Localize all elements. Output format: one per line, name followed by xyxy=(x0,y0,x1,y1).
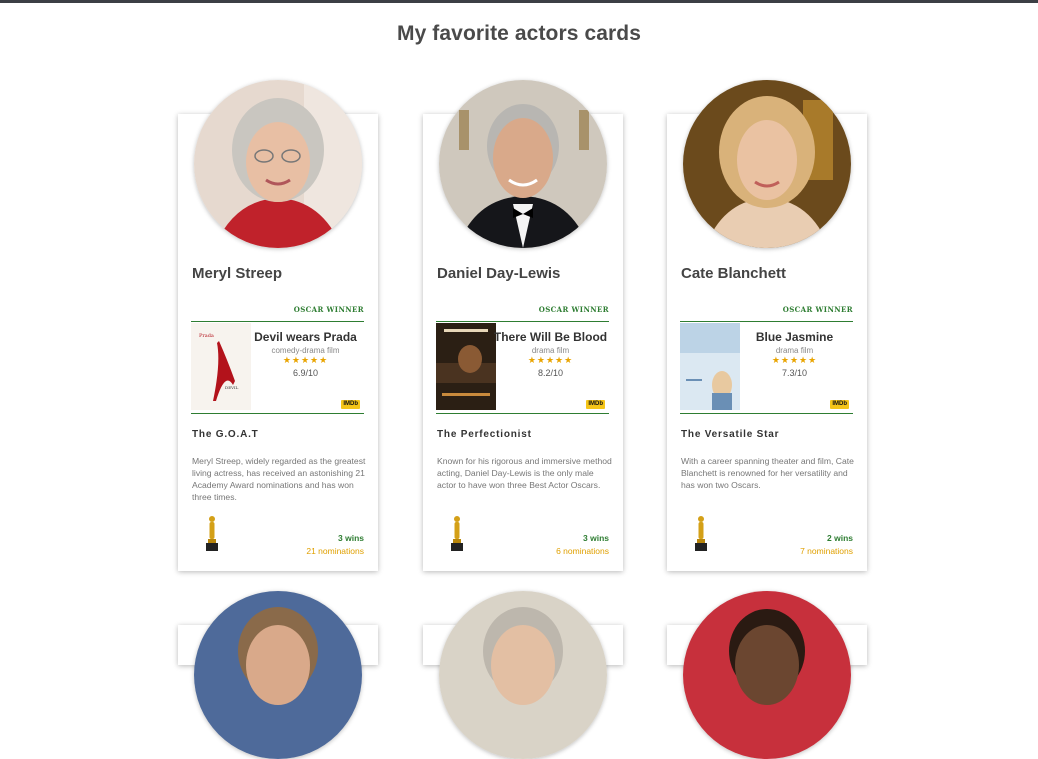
oscar-nominations: 6 nominations xyxy=(556,546,609,556)
oscar-statuette-icon xyxy=(449,515,465,558)
actor-description: Meryl Streep, widely regarded as the gre… xyxy=(192,456,366,502)
oscar-wins: 3 wins xyxy=(338,533,364,543)
star-rating: ★★★★★ xyxy=(282,355,329,365)
actor-name: Meryl Streep xyxy=(192,265,283,282)
actor-description: With a career spanning theater and film,… xyxy=(681,456,854,490)
actor-name: Cate Blanchett xyxy=(681,265,787,282)
movie-poster: Prada DEVIL xyxy=(191,323,251,410)
movie-title: There Will Be Blood xyxy=(493,330,608,344)
svg-text:Prada: Prada xyxy=(199,333,214,339)
actor-photo xyxy=(683,591,851,759)
actor-name: Daniel Day-Lewis xyxy=(437,265,561,282)
movie-genre: drama film xyxy=(775,346,814,355)
movie-rating: 6.9/10 xyxy=(292,368,319,378)
actor-photo xyxy=(439,80,607,248)
actor-subtitle: The Perfectionist xyxy=(437,429,532,440)
actor-description: Known for his rigorous and immersive met… xyxy=(437,456,612,490)
actor-photo xyxy=(683,80,851,248)
svg-text:DEVIL: DEVIL xyxy=(225,385,239,390)
oscar-winner-badge: OSCAR WINNER xyxy=(293,305,364,314)
actor-subtitle: The Versatile Star xyxy=(681,429,780,440)
oscar-winner-badge: OSCAR WINNER xyxy=(538,305,609,314)
oscar-statuette-icon xyxy=(204,515,220,558)
imdb-logo-icon[interactable]: IMDb xyxy=(341,400,360,409)
actor-card[interactable] xyxy=(667,591,867,759)
actor-photo xyxy=(194,80,362,248)
oscar-wins: 2 wins xyxy=(827,533,853,543)
oscar-wins: 3 wins xyxy=(583,533,609,543)
actor-subtitle: The G.O.A.T xyxy=(192,429,259,440)
actor-card[interactable] xyxy=(178,591,378,759)
actor-card[interactable]: Cate Blanchett OSCAR WINNER Blue Jasmine… xyxy=(667,80,867,571)
movie-poster xyxy=(436,323,496,410)
featured-movie[interactable]: There Will Be Blood drama film ★★★★★ 8.2… xyxy=(436,321,609,414)
movie-title: Blue Jasmine xyxy=(755,330,834,344)
featured-movie[interactable]: Prada DEVIL Devil wears Prada comedy-dra… xyxy=(191,321,364,414)
movie-rating: 8.2/10 xyxy=(537,368,564,378)
actor-card[interactable]: Daniel Day-Lewis OSCAR WINNER There Will… xyxy=(423,80,623,571)
movie-title: Devil wears Prada xyxy=(254,330,357,344)
featured-movie[interactable]: Blue Jasmine drama film ★★★★★ 7.3/10 IMD… xyxy=(680,321,853,414)
movie-genre: comedy-drama film xyxy=(271,346,340,355)
imdb-logo-icon[interactable]: IMDb xyxy=(586,400,605,409)
movie-rating: 7.3/10 xyxy=(781,368,808,378)
portrait-image xyxy=(439,80,607,248)
actor-photo xyxy=(439,591,607,759)
actor-photo xyxy=(194,591,362,759)
top-bar xyxy=(0,0,1038,3)
oscar-nominations: 21 nominations xyxy=(306,546,364,556)
page-title: My favorite actors cards xyxy=(396,22,641,45)
actor-card[interactable]: Meryl Streep OSCAR WINNER Prada DEVIL De… xyxy=(178,80,378,571)
imdb-logo-icon[interactable]: IMDb xyxy=(830,400,849,409)
oscar-winner-badge: OSCAR WINNER xyxy=(782,305,853,314)
star-rating: ★★★★★ xyxy=(527,355,574,365)
portrait-image xyxy=(194,80,362,248)
star-rating: ★★★★★ xyxy=(771,355,818,365)
actor-card[interactable] xyxy=(423,591,623,759)
oscar-nominations: 7 nominations xyxy=(800,546,853,556)
oscar-statuette-icon xyxy=(693,515,709,558)
movie-genre: drama film xyxy=(531,346,570,355)
portrait-image xyxy=(683,80,851,248)
movie-poster xyxy=(680,323,740,410)
